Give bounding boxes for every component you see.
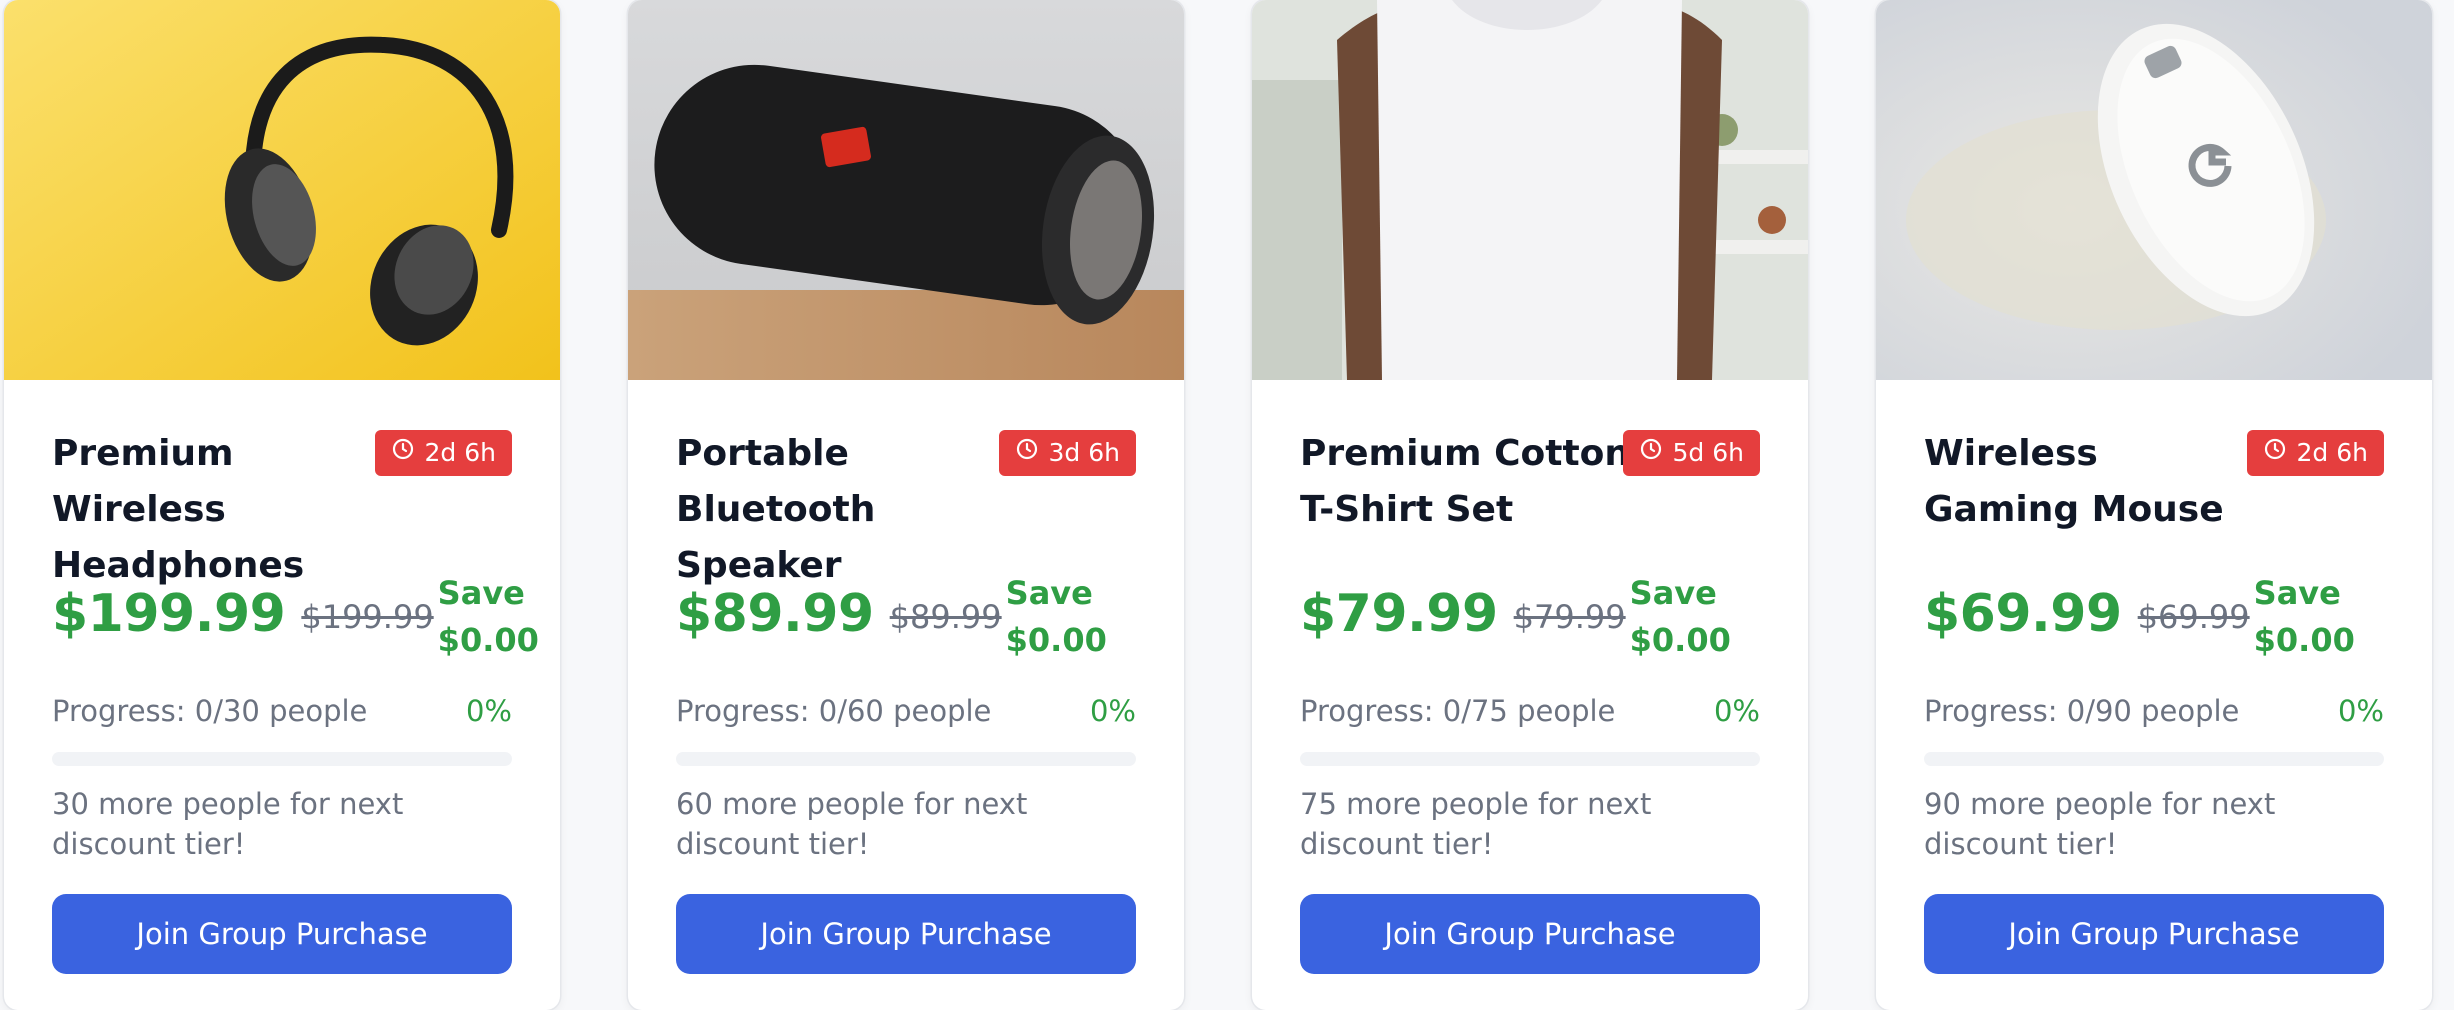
group-price: $79.99 xyxy=(1300,584,1498,644)
progress-bar xyxy=(52,752,512,766)
savings: Save $0.00 xyxy=(1630,570,1731,664)
savings: Save $0.00 xyxy=(2254,570,2355,664)
original-price: $69.99 xyxy=(2137,598,2250,636)
product-card: Portable Bluetooth Speaker 3d 6h $89.99 … xyxy=(628,0,1184,1010)
product-card: Premium Wireless Headphones 2d 6h $199.9… xyxy=(4,0,560,1010)
original-price: $199.99 xyxy=(301,598,434,636)
progress-bar xyxy=(1300,752,1760,766)
save-label: Save xyxy=(437,574,525,612)
save-label: Save xyxy=(2253,574,2341,612)
progress-label: Progress: 0/30 people xyxy=(52,694,368,728)
product-grid: Premium Wireless Headphones 2d 6h $199.9… xyxy=(0,0,2454,1010)
group-price: $69.99 xyxy=(1924,584,2122,644)
save-label: Save xyxy=(1629,574,1717,612)
price-row: $69.99 $69.99 Save $0.00 xyxy=(1924,564,2355,664)
savings: Save $0.00 xyxy=(1006,570,1107,664)
clock-icon xyxy=(2263,430,2287,476)
progress-info: Progress: 0/75 people 0% xyxy=(1300,694,1760,728)
join-group-purchase-button[interactable]: Join Group Purchase xyxy=(52,894,512,974)
product-title: Wireless Gaming Mouse xyxy=(1924,433,2224,530)
save-amount: $0.00 xyxy=(2253,621,2355,659)
product-title: Premium Cotton T-Shirt Set xyxy=(1300,433,1631,530)
product-image-tshirt[interactable] xyxy=(1252,0,1808,380)
progress-bar xyxy=(1924,752,2384,766)
progress-label: Progress: 0/75 people xyxy=(1300,694,1616,728)
join-group-purchase-button[interactable]: Join Group Purchase xyxy=(676,894,1136,974)
save-label: Save xyxy=(1005,574,1093,612)
save-amount: $0.00 xyxy=(1629,621,1731,659)
price-row: $89.99 $89.99 Save $0.00 xyxy=(676,564,1107,664)
product-card: Premium Cotton T-Shirt Set 5d 6h $79.99 … xyxy=(1252,0,1808,1010)
product-card: Wireless Gaming Mouse 2d 6h $69.99 $69.9… xyxy=(1876,0,2432,1010)
countdown-text: 3d 6h xyxy=(1048,438,1120,467)
product-image-headphones[interactable] xyxy=(4,0,560,380)
discount-tier-hint: 90 more people for next discount tier! xyxy=(1924,787,2276,861)
product-image-speaker[interactable] xyxy=(628,0,1184,380)
product-image-mouse[interactable] xyxy=(1876,0,2432,380)
countdown-badge: 5d 6h xyxy=(1622,430,1760,476)
countdown-text: 2d 6h xyxy=(2296,438,2368,467)
discount-tier-hint: 60 more people for next discount tier! xyxy=(676,787,1028,861)
progress-bar xyxy=(676,752,1136,766)
save-amount: $0.00 xyxy=(437,621,539,659)
progress-percent: 0% xyxy=(1713,694,1760,728)
progress-info: Progress: 0/30 people 0% xyxy=(52,694,512,728)
join-group-purchase-button[interactable]: Join Group Purchase xyxy=(1300,894,1760,974)
group-price: $89.99 xyxy=(676,584,874,644)
countdown-text: 5d 6h xyxy=(1672,438,1744,467)
progress-percent: 0% xyxy=(465,694,512,728)
discount-tier-hint: 30 more people for next discount tier! xyxy=(52,787,404,861)
clock-icon xyxy=(391,430,415,476)
discount-tier-hint: 75 more people for next discount tier! xyxy=(1300,787,1652,861)
join-group-purchase-button[interactable]: Join Group Purchase xyxy=(1924,894,2384,974)
progress-info: Progress: 0/60 people 0% xyxy=(676,694,1136,728)
countdown-badge: 2d 6h xyxy=(2246,430,2384,476)
countdown-text: 2d 6h xyxy=(424,438,496,467)
price-row: $79.99 $79.99 Save $0.00 xyxy=(1300,564,1731,664)
group-price: $199.99 xyxy=(52,584,286,644)
countdown-badge: 2d 6h xyxy=(374,430,512,476)
savings: Save $0.00 xyxy=(438,570,539,664)
countdown-badge: 3d 6h xyxy=(998,430,1136,476)
progress-percent: 0% xyxy=(2337,694,2384,728)
original-price: $89.99 xyxy=(889,598,1002,636)
save-amount: $0.00 xyxy=(1005,621,1107,659)
original-price: $79.99 xyxy=(1513,598,1626,636)
progress-info: Progress: 0/90 people 0% xyxy=(1924,694,2384,728)
progress-percent: 0% xyxy=(1089,694,1136,728)
clock-icon xyxy=(1639,430,1663,476)
progress-label: Progress: 0/60 people xyxy=(676,694,992,728)
price-row: $199.99 $199.99 Save $0.00 xyxy=(52,564,539,664)
clock-icon xyxy=(1015,430,1039,476)
progress-label: Progress: 0/90 people xyxy=(1924,694,2240,728)
